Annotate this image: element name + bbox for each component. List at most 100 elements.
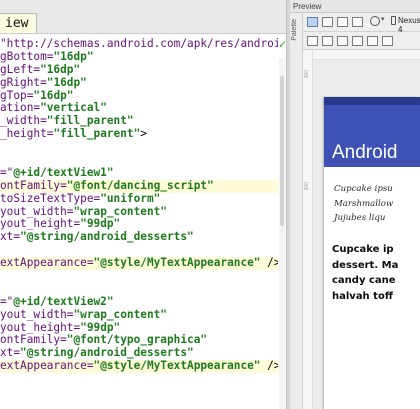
- code-string: "16dp": [40, 63, 81, 76]
- code-string: "wrap_content": [73, 205, 167, 218]
- code-attribute: gBottom=: [0, 50, 54, 63]
- code-attribute: extAppearance=: [0, 257, 94, 270]
- code-line[interactable]: gTop="16dp": [0, 90, 278, 103]
- code-line[interactable]: _width="fill_parent": [0, 115, 278, 128]
- bold-text-line: candy cane: [332, 275, 396, 286]
- editor-file-tab[interactable]: iew: [0, 13, 38, 33]
- code-line[interactable]: ation="vertical": [0, 102, 278, 115]
- code-attribute: extAppearance=: [0, 360, 94, 373]
- code-line[interactable]: [0, 141, 278, 154]
- code-line[interactable]: ="@+id/textView1": [0, 167, 278, 180]
- code-attribute: xt=: [0, 231, 21, 244]
- zoom-in-icon[interactable]: [322, 36, 333, 46]
- code-string: "@style/MyTextAppearance": [93, 360, 261, 373]
- script-text-line: Cupcake ipsu: [334, 184, 393, 194]
- chevron-down-icon[interactable]: ▾: [381, 15, 385, 23]
- code-attribute: gRight=: [0, 76, 47, 89]
- code-attribute: "http://schemas.android.com/apk/res/andr…: [0, 38, 278, 50]
- bold-text-line: halvah toff: [332, 290, 393, 302]
- code-attribute: yout_height=: [0, 321, 81, 334]
- app-bar: Android: [324, 105, 420, 167]
- refresh-icon[interactable]: [352, 36, 363, 46]
- code-string: "16dp": [33, 89, 74, 102]
- check-mark-icon: ✓: [278, 38, 286, 51]
- code-string: "99dp": [80, 218, 121, 231]
- code-string: "16dp": [53, 50, 94, 63]
- code-attribute: _height=: [0, 128, 54, 141]
- code-string: "@style/MyTextAppearance": [93, 257, 261, 270]
- code-line[interactable]: [0, 244, 278, 257]
- design-surface-icon[interactable]: [307, 17, 318, 27]
- grid-layout-icon[interactable]: [337, 17, 348, 27]
- xml-editor[interactable]: iew "http://schemas.android.com/apk/res/…: [0, 0, 286, 409]
- code-string: "wrap_content": [73, 308, 167, 321]
- horizontal-ruler: [313, 50, 420, 60]
- editor-tab-bar: iew: [0, 0, 286, 34]
- code-line[interactable]: gBottom="16dp": [0, 51, 278, 64]
- device-shape-icon[interactable]: [370, 16, 380, 26]
- code-line[interactable]: xt="@string/android_desserts": [0, 231, 278, 244]
- script-text-line: Jujubes liqu: [334, 213, 386, 223]
- code-line[interactable]: _height="fill_parent">: [0, 128, 278, 141]
- code-line[interactable]: ontFamily="@font/dancing_script": [0, 179, 278, 193]
- vertical-ruler: 100 200: [303, 50, 313, 409]
- code-attribute: toSizeTextType=: [0, 192, 101, 205]
- preview-panel-title: Preview: [290, 0, 420, 13]
- code-punctuation: />: [267, 257, 278, 270]
- ruler-label: 200: [304, 182, 310, 191]
- orientation-icon[interactable]: [352, 17, 363, 27]
- status-bar: [324, 97, 420, 105]
- settings-icon[interactable]: [382, 36, 393, 46]
- preview-toolbar-bottom: [303, 32, 420, 50]
- code-attribute: yout_width=: [0, 308, 74, 321]
- code-string: "@font/typo_graphica": [66, 334, 208, 347]
- code-line[interactable]: yout_height="99dp": [0, 218, 278, 231]
- code-line[interactable]: yout_height="99dp": [0, 322, 278, 335]
- code-line[interactable]: ontFamily="@font/typo_graphica": [0, 334, 278, 347]
- zoom-out-icon[interactable]: [307, 36, 318, 46]
- code-string: "16dp": [46, 76, 87, 89]
- code-attribute: _width=: [0, 115, 47, 128]
- code-line[interactable]: yout_width="wrap_content": [0, 206, 278, 219]
- code-attribute: yout_height=: [0, 218, 81, 231]
- app-title: Android: [332, 142, 398, 163]
- bold-text-line: Cupcake ip: [332, 244, 394, 255]
- code-line[interactable]: gLeft="16dp": [0, 64, 278, 77]
- code-line[interactable]: [0, 283, 278, 296]
- code-line[interactable]: "http://schemas.android.com/apk/res/andr…: [0, 38, 278, 51]
- palette-label[interactable]: Palette: [291, 19, 298, 41]
- blueprint-icon[interactable]: [322, 17, 333, 27]
- code-string: "@string/android_desserts": [20, 231, 194, 244]
- code-line[interactable]: ="@+id/textView2": [0, 296, 278, 309]
- code-attribute: ation=: [0, 102, 41, 115]
- code-area[interactable]: "http://schemas.android.com/apk/res/andr…: [0, 38, 278, 374]
- text-view-2[interactable]: Cupcake ip dessert. Ma candy cane halvah…: [332, 242, 420, 304]
- palette-sidebar[interactable]: Palette: [290, 13, 303, 409]
- editor-scrollbar-thumb[interactable]: [280, 76, 284, 226]
- preview-toolbar-top: ▾ Nexus 4: [303, 13, 420, 34]
- code-attribute: yout_width=: [0, 205, 74, 218]
- code-line[interactable]: gRight="16dp": [0, 77, 278, 90]
- screenshot-icon[interactable]: [367, 36, 378, 46]
- code-attribute: gTop=: [0, 89, 34, 102]
- zoom-fit-icon[interactable]: [337, 36, 348, 46]
- code-punctuation: >: [140, 128, 147, 141]
- code-attribute: xt=: [0, 347, 21, 360]
- code-string: "fill_parent": [53, 128, 141, 141]
- code-line[interactable]: extAppearance="@style/MyTextAppearance" …: [0, 257, 278, 271]
- code-attribute: =": [0, 295, 14, 308]
- code-string: "@string/android_desserts": [20, 347, 194, 360]
- ruler-label: 100: [304, 70, 310, 79]
- code-line[interactable]: toSizeTextType="uniform": [0, 193, 278, 206]
- code-line[interactable]: xt="@string/android_desserts": [0, 347, 278, 360]
- device-preview[interactable]: Android Cupcake ipsu Marshmallow Jujubes…: [324, 97, 420, 409]
- editor-scrollbar[interactable]: [279, 58, 285, 409]
- code-attribute: =": [0, 166, 14, 179]
- code-line[interactable]: [0, 270, 278, 283]
- code-line[interactable]: extAppearance="@style/MyTextAppearance" …: [0, 360, 278, 374]
- code-attribute: ontFamily=: [0, 179, 67, 192]
- code-line[interactable]: yout_width="wrap_content": [0, 309, 278, 322]
- code-line[interactable]: [0, 154, 278, 167]
- text-view-1[interactable]: Cupcake ipsu Marshmallow Jujubes liqu: [334, 182, 420, 226]
- bold-text-line: dessert. Ma: [332, 259, 399, 271]
